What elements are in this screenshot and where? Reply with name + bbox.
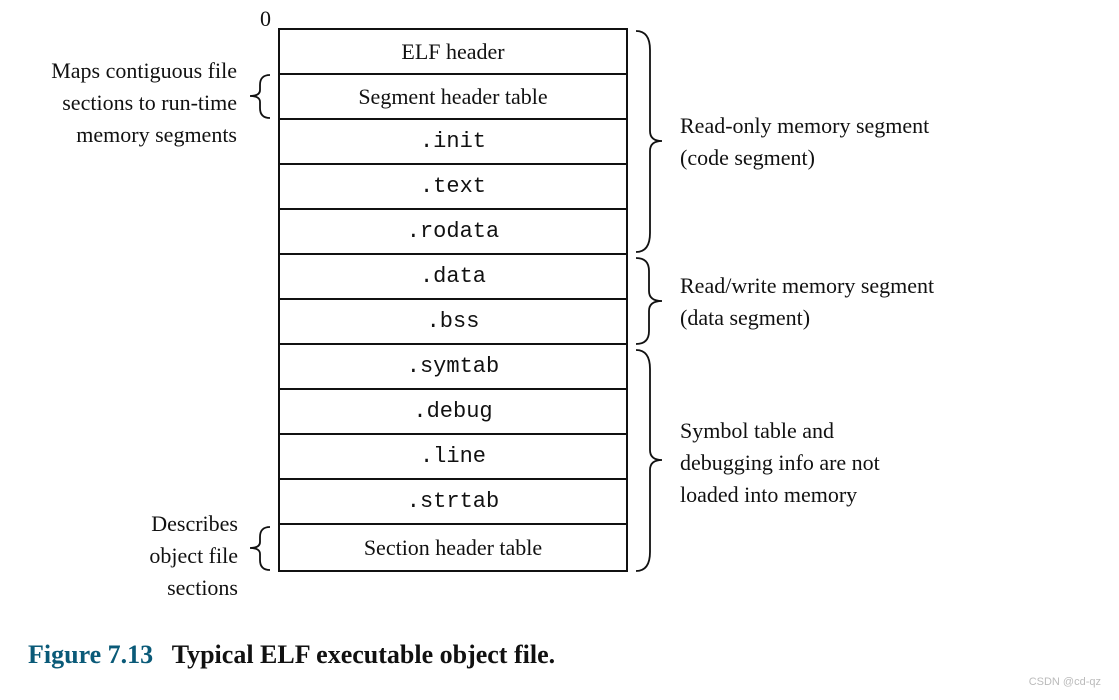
annotation-right-readwrite: Read/write memory segment (data segment) — [680, 270, 934, 334]
annotation-left-maps: Maps contiguous file sections to run-tim… — [12, 55, 237, 151]
text-line: sections — [167, 575, 238, 600]
text-line: Symbol table and — [680, 418, 834, 443]
text-line: loaded into memory — [680, 482, 857, 507]
text-line: Read/write memory segment — [680, 273, 934, 298]
figure-caption: Figure 7.13 Typical ELF executable objec… — [28, 640, 555, 670]
annotation-left-describes: Describes object file sections — [80, 508, 238, 604]
cell-text: .debug — [413, 399, 492, 424]
cell-text: .symtab — [407, 354, 499, 379]
elf-layout-table: ELF header Segment header table .init .t… — [278, 28, 628, 572]
row-strtab: .strtab — [280, 480, 626, 525]
text-line: sections to run-time — [62, 90, 237, 115]
row-symtab: .symtab — [280, 345, 626, 390]
zero-label: 0 — [260, 6, 271, 32]
cell-text: .line — [420, 444, 486, 469]
cell-text: .init — [420, 129, 486, 154]
text-line: (data segment) — [680, 305, 810, 330]
row-debug: .debug — [280, 390, 626, 435]
brace-right-icon — [632, 28, 672, 255]
row-line: .line — [280, 435, 626, 480]
text-line: Read-only memory segment — [680, 113, 929, 138]
row-text: .text — [280, 165, 626, 210]
watermark-text: CSDN @cd-qz — [1029, 676, 1101, 688]
cell-text: .data — [420, 264, 486, 289]
brace-left-icon — [242, 525, 274, 572]
cell-text: .text — [420, 174, 486, 199]
row-init: .init — [280, 120, 626, 165]
cell-text: Section header table — [364, 535, 542, 561]
cell-text: ELF header — [401, 39, 504, 65]
text-line: Describes — [151, 511, 238, 536]
cell-text: .bss — [427, 309, 480, 334]
text-line: memory segments — [76, 122, 237, 147]
cell-text: Segment header table — [358, 84, 547, 110]
cell-text: .strtab — [407, 489, 499, 514]
annotation-right-readonly: Read-only memory segment (code segment) — [680, 110, 929, 174]
text-line: Maps contiguous file — [51, 58, 237, 83]
row-segment-header-table: Segment header table — [280, 75, 626, 120]
cell-text: .rodata — [407, 219, 499, 244]
annotation-right-notloaded: Symbol table and debugging info are not … — [680, 415, 880, 511]
text-line: (code segment) — [680, 145, 815, 170]
row-elf-header: ELF header — [280, 30, 626, 75]
brace-left-icon — [242, 73, 274, 120]
row-data: .data — [280, 255, 626, 300]
text-line: debugging info are not — [680, 450, 880, 475]
text-line: object file — [149, 543, 238, 568]
figure-title: Typical ELF executable object file. — [172, 640, 555, 669]
row-rodata: .rodata — [280, 210, 626, 255]
figure-number: Figure 7.13 — [28, 640, 153, 669]
brace-right-icon — [632, 255, 672, 347]
row-section-header-table: Section header table — [280, 525, 626, 570]
row-bss: .bss — [280, 300, 626, 345]
brace-right-icon — [632, 347, 672, 574]
diagram-container: 0 ELF header Segment header table .init … — [0, 0, 1119, 700]
